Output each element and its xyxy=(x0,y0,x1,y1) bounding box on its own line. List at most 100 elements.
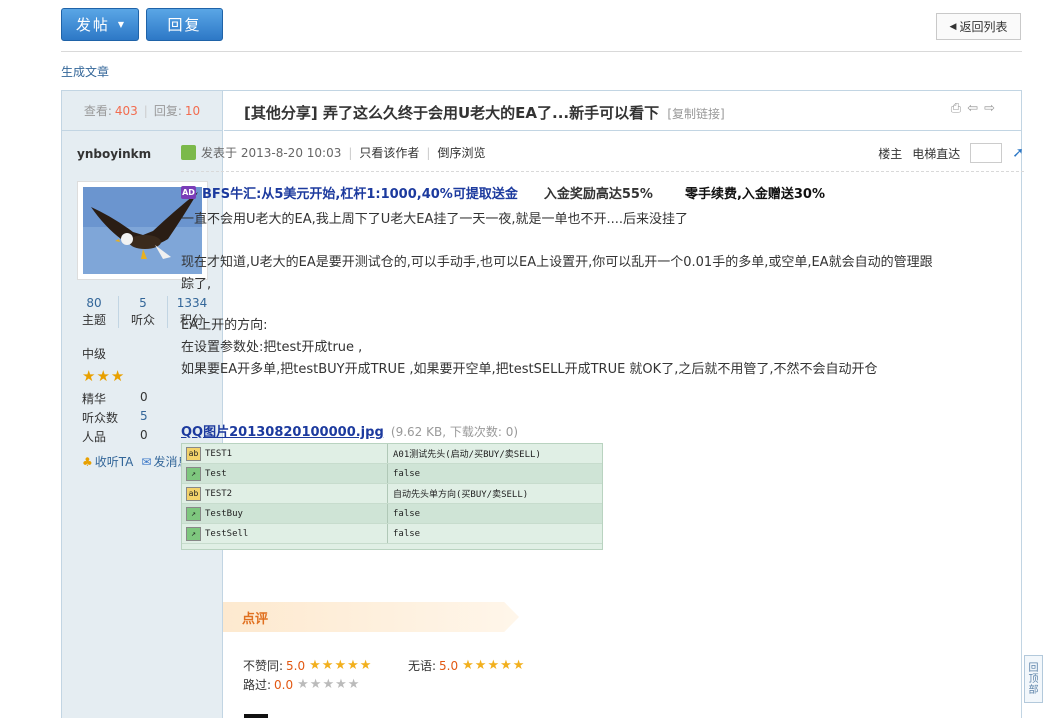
arrow-left-icon[interactable]: ⇦ xyxy=(967,101,978,116)
attachment-title: QQ图片20130820100000.jpg (9.62 KB, 下载次数: 0… xyxy=(181,421,518,440)
param-value: A01测试先头(启动/买BUY/卖SELL) xyxy=(393,450,541,460)
posted-prefix: 发表于 xyxy=(201,146,238,160)
rating-score: 0.0 xyxy=(274,677,294,692)
go-icon[interactable]: ➚ xyxy=(1012,145,1024,161)
meta-separator: | xyxy=(426,145,431,160)
param-value: false xyxy=(393,468,421,479)
back-to-top-char: 顶 xyxy=(1028,673,1039,685)
param-name: Test xyxy=(205,468,227,479)
ad-icon: AD xyxy=(181,186,196,199)
param-name: TestSell xyxy=(205,528,249,539)
posted-date: 2013-8-20 10:03 xyxy=(240,145,342,160)
back-to-list-button[interactable]: ◀ 返回列表 xyxy=(936,13,1021,40)
param-value: 自动先头单方向(买BUY/卖SELL) xyxy=(393,490,529,500)
promo-text[interactable]: 零手续费,入金赠送30% xyxy=(685,183,825,202)
param-value: false xyxy=(393,528,421,539)
table-row: ab TEST1 A01测试先头(启动/买BUY/卖SELL) xyxy=(182,444,602,464)
param-value: false xyxy=(393,508,421,519)
jump-label: 电梯直达 xyxy=(912,146,961,161)
back-to-top-char: 部 xyxy=(1028,684,1039,696)
arrow-right-icon[interactable]: ⇨ xyxy=(984,101,995,116)
author-count-topics[interactable]: 80 主题 xyxy=(70,296,119,328)
promo-text[interactable]: 入金奖励高达55% xyxy=(544,183,653,202)
param-name: TestBuy xyxy=(205,508,243,519)
count-value: 5 xyxy=(139,296,147,310)
rating-score: 5.0 xyxy=(439,658,459,673)
review-header: 点评 xyxy=(223,602,519,632)
author-count-followers[interactable]: 5 听众 xyxy=(119,296,168,328)
param-name: TEST2 xyxy=(205,488,233,499)
attachment-image[interactable]: ab TEST1 A01测试先头(启动/买BUY/卖SELL) ↗ Test fal… xyxy=(181,443,603,550)
replies-count: 10 xyxy=(184,103,201,118)
back-to-top-char: 回 xyxy=(1028,662,1039,674)
title-tools: ⎙ ⇦ ⇨ xyxy=(951,101,995,116)
replies-label: 回复: xyxy=(153,104,182,118)
views-label: 查看: xyxy=(83,104,112,118)
author-actions: ♣ 收听TA ✉ 发消息 xyxy=(82,453,189,470)
follow-label: 收听TA xyxy=(94,455,134,469)
rank-star-icon: ★★★ xyxy=(82,367,126,385)
thread-title-text: 弄了这么久终于会用U老大的EA了...新手可以看下 xyxy=(322,104,660,122)
thread-title-bar: [其他分享] 弄了这么久终于会用U老大的EA了...新手可以看下 [复制链接] … xyxy=(224,91,1021,131)
info-label: 听众数 xyxy=(82,411,119,425)
rating-row: 路过: 0.0 ★★★★★ xyxy=(243,676,360,693)
views-count: 403 xyxy=(114,103,138,118)
star-icon: ★★★★★ xyxy=(309,658,373,673)
attachment-meta: (9.62 KB, 下载次数: 0) xyxy=(390,425,519,439)
breadcrumb[interactable]: 生成文章 xyxy=(61,63,109,80)
promo-banner: AD BFS牛汇:从5美元开始,杠杆1:1000,40%可提取送金 入金奖励高达… xyxy=(181,183,825,202)
promo-link[interactable]: BFS牛汇:从5美元开始,杠杆1:1000,40%可提取送金 xyxy=(202,183,518,202)
star-icon: ★★★★★ xyxy=(297,677,361,692)
follow-button[interactable]: ♣ 收听TA xyxy=(82,453,133,470)
stats-separator: | xyxy=(143,103,148,118)
envelope-icon: ✉ xyxy=(141,455,152,469)
floor-jump-input[interactable] xyxy=(970,143,1003,163)
author-rank[interactable]: 中级 xyxy=(82,345,106,362)
table-row: ↗ TestBuy false xyxy=(182,504,602,524)
floor-label: 楼主 xyxy=(878,146,903,161)
post-line: EA上开的方向: xyxy=(181,318,268,333)
table-row: ↗ Test false xyxy=(182,464,602,484)
rating-row: 无语: 5.0 ★★★★★ xyxy=(408,657,525,674)
post-paragraph: EA上开的方向: 在设置参数处:把test开成true , 如果要EA开多单,把… xyxy=(181,315,941,381)
table-row: ab TEST2 自动先头单方向(买BUY/卖SELL) xyxy=(182,484,602,504)
reverse-order-link[interactable]: 倒序浏览 xyxy=(437,144,485,161)
author-info-row: 精华 0 xyxy=(82,390,148,407)
bool-param-icon: ↗ xyxy=(186,526,201,541)
info-label: 人品 xyxy=(82,430,107,444)
rating-row: 不赞同: 5.0 ★★★★★ xyxy=(243,657,372,674)
page-title: [其他分享] 弄了这么久终于会用U老大的EA了...新手可以看下 [复制链接] xyxy=(244,102,725,123)
rating-label: 无语: xyxy=(408,659,437,673)
text-param-icon: ab xyxy=(186,446,201,461)
count-label: 主题 xyxy=(81,313,106,327)
text-param-icon: ab xyxy=(186,486,201,501)
reply-button-label: 回复 xyxy=(167,16,202,34)
rating-label: 路过: xyxy=(243,678,272,692)
chevron-down-icon: ▼ xyxy=(117,20,125,29)
star-icon: ★★★★★ xyxy=(462,658,526,673)
author-name[interactable]: ynboyinkm xyxy=(77,147,151,161)
thread-category[interactable]: [其他分享] xyxy=(244,104,318,122)
info-value: 0 xyxy=(140,428,148,442)
post-button[interactable]: 发帖 ▼ xyxy=(61,8,139,41)
divider xyxy=(181,171,1024,172)
bool-param-icon: ↗ xyxy=(186,506,201,521)
table-row: ↗ TestSell false xyxy=(182,524,602,544)
post-line: 在设置参数处:把test开成true , xyxy=(181,340,363,355)
post-paragraph: 一直不会用U老大的EA,我上周下了U老大EA挂了一天一夜,就是一单也不开....… xyxy=(181,212,689,227)
post-meta: 发表于 2013-8-20 10:03 | 只看该作者 | 倒序浏览 xyxy=(181,144,485,161)
reply-button[interactable]: 回复 xyxy=(146,8,223,41)
print-icon[interactable]: ⎙ xyxy=(951,101,961,116)
back-to-top-button[interactable]: 回 顶 部 xyxy=(1024,655,1043,703)
copy-link-button[interactable]: [复制链接] xyxy=(667,107,724,121)
only-author-link[interactable]: 只看该作者 xyxy=(359,144,419,161)
post-paragraph: 现在才知道,U老大的EA是要开测试仓的,可以手动手,也可以EA上设置开,你可以乱… xyxy=(181,255,933,292)
info-value[interactable]: 5 xyxy=(140,409,148,423)
calendar-icon xyxy=(181,145,196,160)
param-name: TEST1 xyxy=(205,448,233,459)
floor-tools: 楼主 电梯直达 ➚ xyxy=(878,143,1024,163)
post-line: 如果要EA开多单,把testBUY开成TRUE ,如果要开空单,把testSEL… xyxy=(181,362,878,377)
count-label: 听众 xyxy=(130,313,155,327)
attachment-link[interactable]: QQ图片20130820100000.jpg xyxy=(181,425,384,440)
back-to-list-label: 返回列表 xyxy=(959,20,1008,34)
